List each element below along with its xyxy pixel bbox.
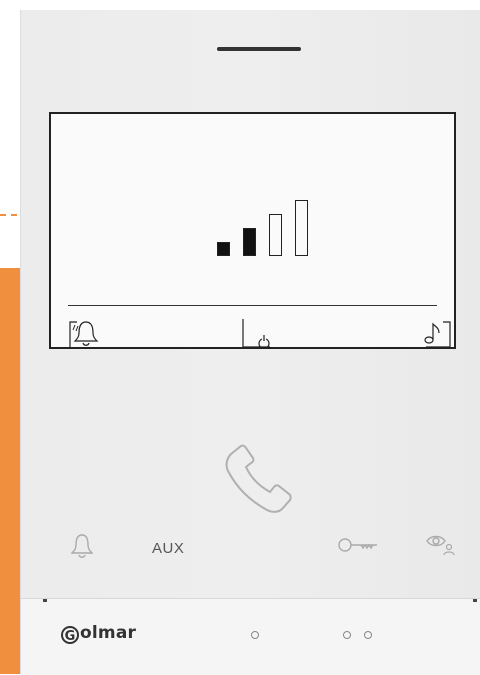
accent-side-bar [0, 268, 20, 674]
screen-divider [68, 305, 437, 306]
panel-mark [43, 599, 47, 602]
signal-bar [243, 228, 256, 256]
brand-logo: Golmar [61, 623, 136, 644]
auto-answer-bell-icon[interactable] [69, 318, 103, 348]
signal-bar [217, 242, 230, 256]
brand-logo-text: olmar [80, 623, 137, 643]
brand-logo-initial: G [61, 626, 79, 644]
aux-button[interactable]: AUX [152, 540, 184, 557]
status-led [251, 631, 259, 639]
signal-strength-indicator [51, 114, 454, 347]
key-icon[interactable] [337, 537, 379, 553]
speaker-slot [217, 47, 301, 51]
signal-bar [269, 214, 282, 256]
monitor-eye-icon[interactable] [425, 532, 455, 556]
panel-mark [473, 599, 477, 602]
status-led [343, 631, 351, 639]
signal-bar [295, 200, 308, 256]
power-icon[interactable] [242, 318, 276, 348]
lcd-screen [49, 112, 456, 349]
bottom-panel: Golmar [21, 598, 480, 675]
status-led [364, 631, 372, 639]
music-note-icon[interactable] [417, 318, 451, 348]
handset-icon[interactable] [217, 442, 297, 526]
intercom-monitor: AUX Golmar [20, 10, 480, 675]
bell-icon[interactable] [70, 533, 94, 559]
